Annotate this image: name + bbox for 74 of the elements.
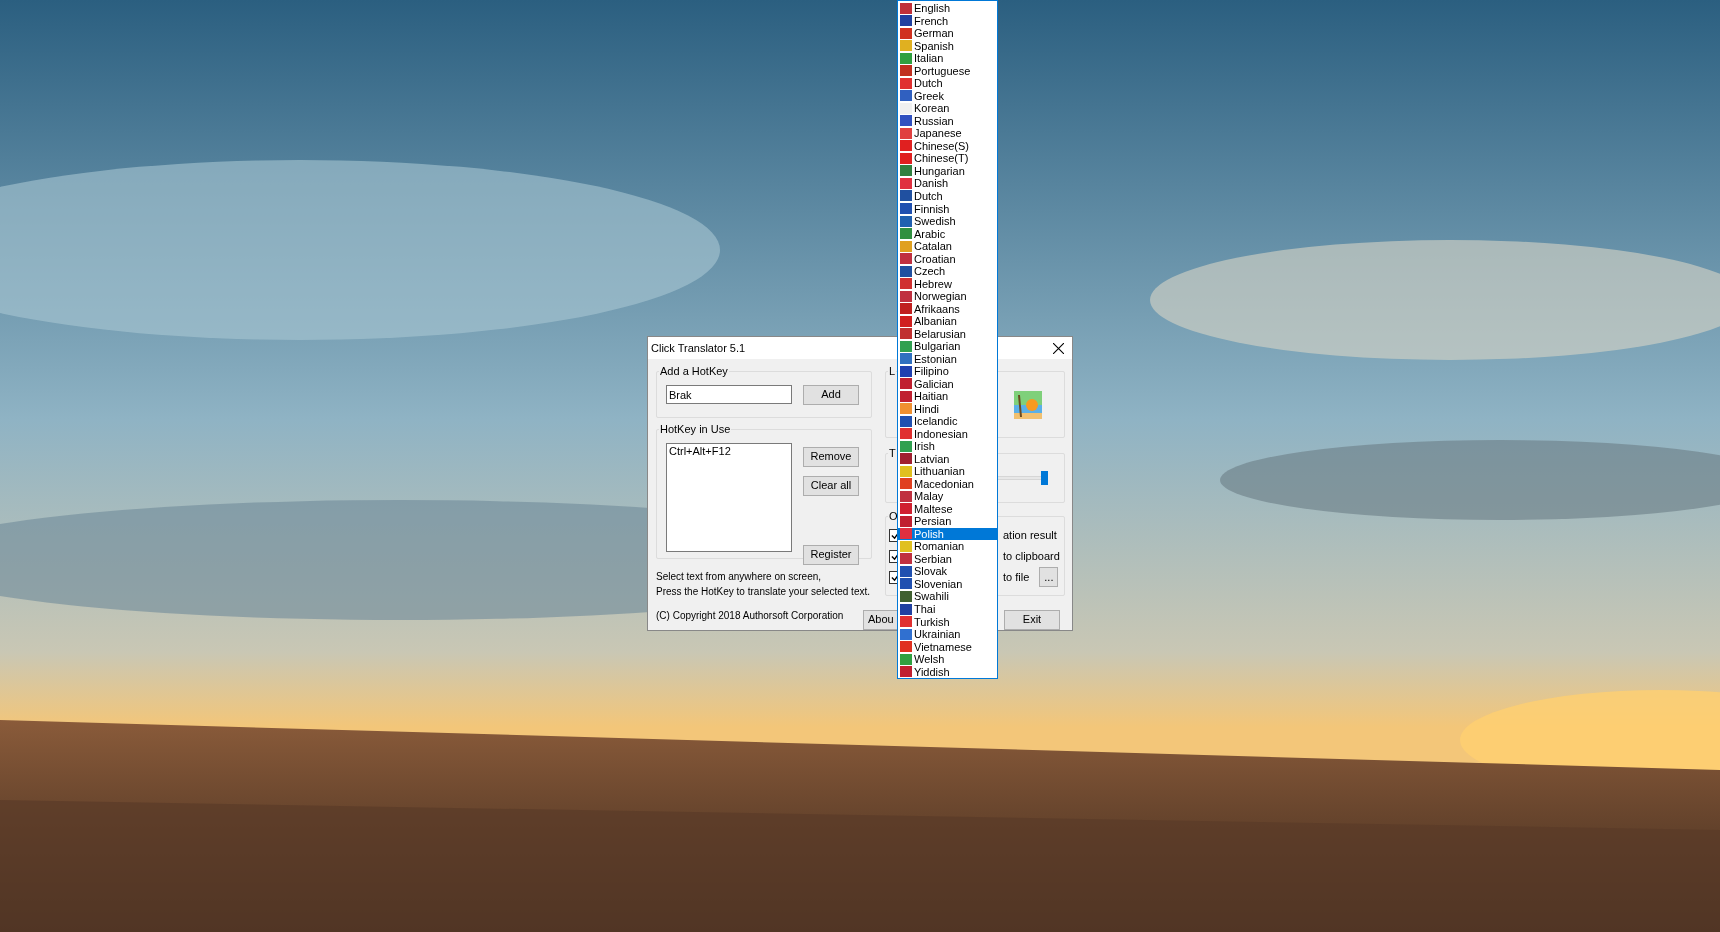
language-option[interactable]: Macedonian bbox=[898, 477, 997, 491]
language-option[interactable]: Slovenian bbox=[898, 577, 997, 591]
language-option[interactable]: Belarusian bbox=[898, 327, 997, 340]
language-option[interactable]: Galician bbox=[898, 377, 997, 390]
language-option[interactable]: Norwegian bbox=[898, 289, 997, 303]
hint-text: Press the HotKey to translate your selected text. bbox=[656, 585, 871, 599]
language-option[interactable]: Filipino bbox=[898, 364, 997, 378]
group-title: Add a HotKey bbox=[659, 364, 729, 378]
language-option[interactable]: German bbox=[898, 27, 997, 40]
group-title: L bbox=[888, 364, 897, 378]
hotkey-list-item[interactable]: Ctrl+Alt+F12 bbox=[669, 444, 789, 458]
language-option[interactable]: Irish bbox=[898, 440, 997, 453]
language-option[interactable]: Finnish bbox=[898, 202, 997, 215]
language-option[interactable]: Icelandic bbox=[898, 415, 997, 428]
language-option[interactable]: Croatian bbox=[898, 252, 997, 265]
dialog-button[interactable]: ... bbox=[1039, 567, 1059, 587]
language-option[interactable]: Maltese bbox=[898, 502, 997, 516]
language-option[interactable]: Chinese(T) bbox=[898, 152, 997, 165]
language-option[interactable]: Chinese(S) bbox=[898, 139, 997, 153]
group-title: HotKey in Use bbox=[659, 422, 732, 436]
language-option[interactable]: Slovak bbox=[898, 565, 997, 578]
language-option[interactable]: Romanian bbox=[898, 540, 997, 553]
language-option[interactable]: French bbox=[898, 14, 997, 28]
language-option[interactable]: Swedish bbox=[898, 214, 997, 228]
language-option[interactable]: Korean bbox=[898, 102, 997, 115]
language-option[interactable]: Dutch bbox=[898, 77, 997, 90]
language-option[interactable]: Haitian bbox=[898, 390, 997, 403]
beach-icon bbox=[1014, 390, 1042, 419]
dialog-button[interactable]: Exit bbox=[1004, 609, 1060, 630]
language-option[interactable]: Catalan bbox=[898, 239, 997, 253]
language-option[interactable]: Vietnamese bbox=[898, 640, 997, 653]
language-option[interactable]: English bbox=[898, 2, 997, 15]
language-option[interactable]: Danish bbox=[898, 177, 997, 190]
language-option[interactable]: Albanian bbox=[898, 314, 997, 328]
language-option[interactable]: Hindi bbox=[898, 402, 997, 415]
language-option[interactable]: Persian bbox=[898, 515, 997, 528]
language-option[interactable]: Italian bbox=[898, 52, 997, 65]
hotkey-field[interactable]: Brak bbox=[666, 385, 792, 404]
language-option[interactable]: Lithuanian bbox=[898, 465, 997, 478]
language-option[interactable]: Hebrew bbox=[898, 277, 997, 290]
hint-text: Select text from anywhere on screen, bbox=[656, 570, 823, 584]
language-option[interactable]: Latvian bbox=[898, 452, 997, 466]
language-option[interactable]: Portuguese bbox=[898, 64, 997, 78]
language-option[interactable]: Hungarian bbox=[898, 164, 997, 178]
language-option[interactable]: Arabic bbox=[898, 227, 997, 240]
language-option[interactable]: Dutch bbox=[898, 189, 997, 203]
language-option[interactable]: Swahili bbox=[898, 590, 997, 603]
language-option[interactable]: Polish bbox=[898, 527, 997, 541]
language-option[interactable]: Russian bbox=[898, 114, 997, 128]
language-option[interactable]: Spanish bbox=[898, 39, 997, 53]
language-option[interactable]: Estonian bbox=[898, 352, 997, 365]
option-label: to file bbox=[1003, 569, 1030, 585]
language-option[interactable]: Czech bbox=[898, 264, 997, 278]
language-option[interactable]: Ukrainian bbox=[898, 627, 997, 641]
language-option[interactable]: Greek bbox=[898, 89, 997, 103]
group-title: T bbox=[888, 446, 897, 460]
language-option[interactable]: Bulgarian bbox=[898, 339, 997, 353]
language-option[interactable]: Malay bbox=[898, 490, 997, 503]
dialog-button[interactable]: Register bbox=[803, 544, 859, 565]
dialog-button[interactable]: Clear all bbox=[803, 475, 859, 496]
hotkey-list[interactable]: Ctrl+Alt+F12 bbox=[666, 443, 792, 552]
option-label: ation result bbox=[1003, 527, 1057, 543]
language-option[interactable]: Indonesian bbox=[898, 427, 997, 441]
option-label: to clipboard bbox=[1003, 548, 1060, 564]
language-option[interactable]: Welsh bbox=[898, 652, 997, 666]
language-option[interactable]: Afrikaans bbox=[898, 302, 997, 315]
window-title: Click Translator 5.1 bbox=[651, 340, 746, 356]
language-option[interactable]: Japanese bbox=[898, 127, 997, 140]
language-option[interactable]: Serbian bbox=[898, 552, 997, 566]
close-icon[interactable] bbox=[1053, 342, 1064, 354]
dialog-button[interactable]: Add bbox=[803, 384, 859, 405]
slider-thumb[interactable] bbox=[1041, 471, 1048, 485]
language-option[interactable]: Yiddish bbox=[898, 665, 997, 678]
dialog-button[interactable]: Remove bbox=[803, 446, 859, 467]
